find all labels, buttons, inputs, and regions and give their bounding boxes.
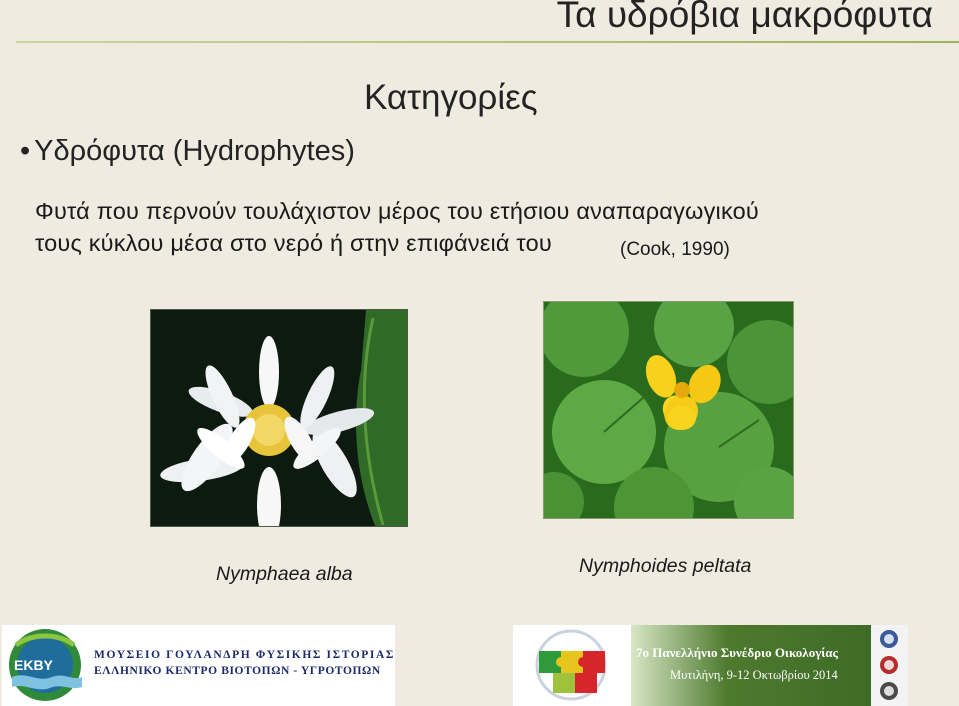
- bullet-text: Υδρόφυτα (Hydrophytes): [34, 135, 355, 167]
- institution-seals: [871, 625, 908, 706]
- seal-icons: [880, 630, 898, 700]
- definition-line-2: τους κύκλου μέσα στο νερό ή στην επιφάνε…: [35, 230, 552, 256]
- nymphoides-peltata-photo: [543, 301, 794, 519]
- puzzle-logo: [513, 625, 631, 706]
- bullet-item: • Υδρόφυτα (Hydrophytes): [20, 135, 355, 168]
- photo-caption-right: Nymphoides peltata: [579, 555, 752, 577]
- slide-subtitle: Κατηγορίες: [364, 78, 538, 117]
- title-divider: [16, 41, 959, 43]
- bullet-marker: •: [20, 135, 31, 167]
- water-lily-image: [151, 310, 407, 526]
- ekby-museum-logo: EKBY ΜΟΥΣΕΙΟ ΓΟΥΛΑΝΔΡΗ ΦΥΣΙΚΗΣ ΙΣΤΟΡΙΑΣ …: [2, 625, 395, 706]
- citation: (Cook, 1990): [620, 239, 730, 260]
- slide-title: Τα υδρόβια μακρόφυτα: [556, 0, 933, 35]
- museum-name: ΜΟΥΣΕΙΟ ΓΟΥΛΑΝΔΡΗ ΦΥΣΙΚΗΣ ΙΣΤΟΡΙΑΣ: [94, 649, 396, 661]
- conference-banner: 7ο Πανελλήνιο Συνέδριο Οικολογίας Μυτιλή…: [513, 625, 908, 706]
- nymphaea-alba-photo: [150, 309, 408, 527]
- ekby-logo-text: EKBY: [14, 657, 53, 673]
- definition-line-1: Φυτά που περνούν τουλάχιστον μέρος του ε…: [35, 198, 759, 224]
- photo-caption-left: Nymphaea alba: [216, 563, 353, 585]
- wetland-center-name: ΕΛΛΗΝΙΚΟ ΚΕΝΤΡΟ ΒΙΟΤΟΠΩΝ - ΥΓΡΟΤΟΠΩΝ: [94, 665, 381, 677]
- fringed-water-lily-image: [544, 302, 793, 518]
- conference-location-date: Μυτιλήνη, 9-12 Οκτωβρίου 2014: [670, 668, 838, 682]
- conference-title: 7ο Πανελλήνιο Συνέδριο Οικολογίας: [636, 645, 839, 660]
- conference-title-strip: [631, 625, 871, 706]
